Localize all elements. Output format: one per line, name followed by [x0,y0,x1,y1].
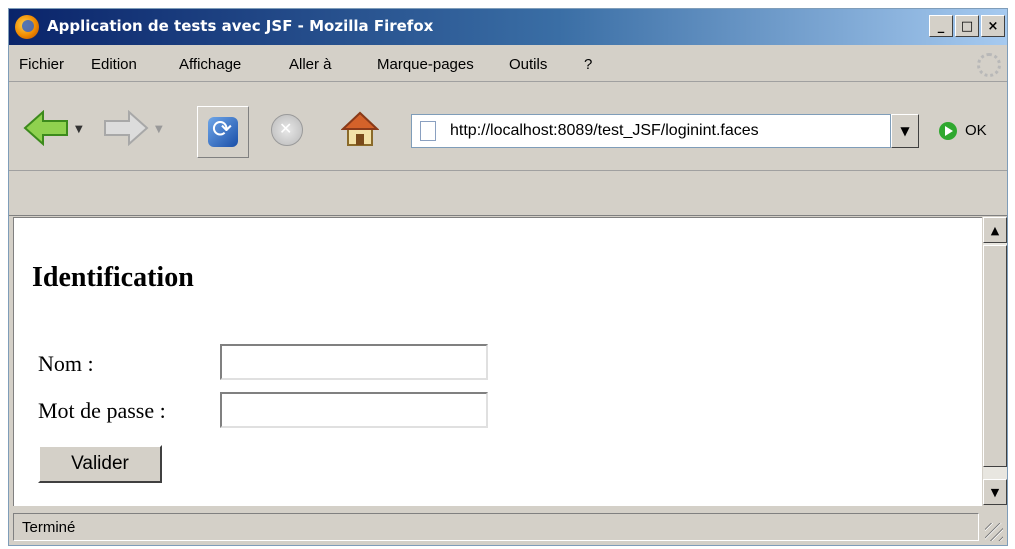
menu-fichier[interactable]: Fichier [19,56,64,73]
navigation-toolbar: ▼ ▼ http://localhost:8089/test_JSF/login… [9,82,1007,171]
page-title: Identification [32,262,194,293]
browser-window: Application de tests avec JSF - Mozilla … [8,8,1008,546]
url-history-dropdown[interactable]: ▼ [891,114,919,148]
bookmarks-toolbar [9,171,1007,216]
scroll-down-icon[interactable]: ▼ [983,479,1007,505]
resize-grip-icon[interactable] [985,523,1003,541]
scroll-thumb[interactable] [983,245,1007,467]
menu-outils[interactable]: Outils [509,56,547,73]
menu-edition[interactable]: Edition [91,56,137,73]
name-input[interactable] [220,344,488,380]
go-icon[interactable] [939,122,957,140]
menu-aller-a[interactable]: Aller à [289,56,332,73]
address-bar[interactable]: http://localhost:8089/test_JSF/loginint.… [411,114,891,148]
status-panel: Terminé [13,513,979,541]
reload-icon [208,115,238,147]
close-button[interactable]: × [981,15,1005,37]
back-icon[interactable] [23,110,69,146]
forward-icon[interactable] [103,110,149,146]
minimize-button[interactable]: _ [929,15,953,37]
vertical-scrollbar[interactable]: ▲ ▼ [983,217,1007,505]
forward-dropdown-icon[interactable]: ▼ [155,124,163,135]
menu-help[interactable]: ? [584,56,592,73]
submit-button[interactable]: Valider [38,445,162,483]
go-button-label[interactable]: OK [965,122,987,139]
stop-icon[interactable] [271,114,303,146]
window-controls: _ □ × [929,15,1005,37]
status-bar: Terminé [9,509,1007,545]
home-icon[interactable] [341,110,379,148]
password-input[interactable] [220,392,488,428]
url-input[interactable]: http://localhost:8089/test_JSF/loginint.… [450,122,759,140]
reload-button[interactable] [197,106,249,158]
throbber-icon [977,53,1001,77]
back-dropdown-icon[interactable]: ▼ [75,124,83,135]
name-label: Nom : [38,351,94,376]
title-bar[interactable]: Application de tests avec JSF - Mozilla … [9,9,1007,45]
maximize-button[interactable]: □ [955,15,979,37]
scroll-up-icon[interactable]: ▲ [983,217,1007,243]
menu-affichage[interactable]: Affichage [179,56,241,73]
page-icon [420,121,436,141]
firefox-icon [15,15,39,39]
menu-bar: Fichier Edition Affichage Aller à Marque… [9,47,1007,82]
window-title: Application de tests avec JSF - Mozilla … [47,17,434,35]
password-label: Mot de passe : [38,398,166,423]
page-content: Identification Nom : Mot de passe : Vali… [13,217,982,506]
status-text: Terminé [22,519,76,536]
menu-marque-pages[interactable]: Marque-pages [377,56,474,73]
